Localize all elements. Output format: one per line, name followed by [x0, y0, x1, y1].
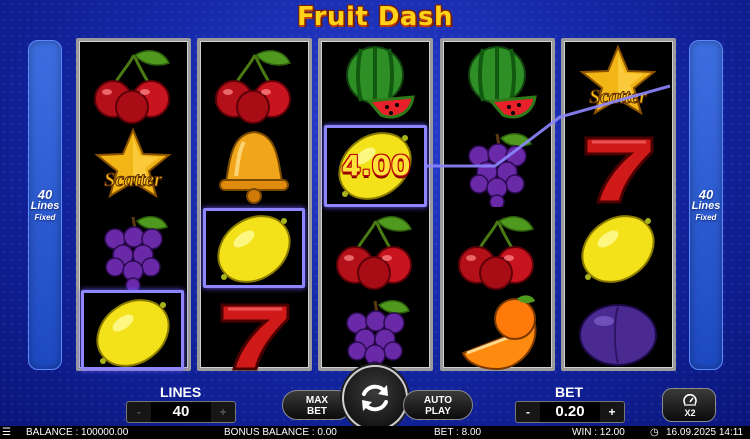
bell-symbol	[200, 124, 309, 207]
bet-total-text: BET : 8.00	[434, 427, 482, 438]
grapes-symbol	[321, 291, 430, 374]
speed-icon	[683, 394, 697, 406]
bet-label: BET	[555, 384, 583, 400]
lines-stepper: - 40 +	[126, 401, 236, 423]
max-bet-label-line2: BET	[307, 406, 327, 417]
game-title: Fruit Dash	[297, 2, 453, 32]
win-amount: 4.00	[341, 149, 411, 182]
spin-button[interactable]	[342, 365, 408, 431]
auto-play-label-line1: AUTO	[423, 395, 453, 406]
lines-mode: Fixed	[34, 213, 56, 222]
speed-button[interactable]: X2	[662, 388, 716, 422]
scatter-label: Scatter	[104, 169, 162, 191]
reel-4	[440, 38, 555, 371]
lines-label: LINES	[160, 384, 202, 400]
bet-decrease-button[interactable]: -	[518, 402, 538, 422]
bet-value: 0.20	[540, 402, 600, 422]
auto-play-button[interactable]: AUTO PLAY	[403, 390, 473, 420]
cherries-symbol	[200, 41, 309, 124]
menu-icon[interactable]: ☰	[2, 426, 11, 439]
star-scatter-symbol: Scatter	[79, 124, 188, 207]
status-bar: ☰ BALANCE : 100000.00 BONUS BALANCE : 0.…	[0, 426, 750, 439]
win-total-text: WIN : 12.00	[572, 427, 625, 438]
watermelon-symbol	[443, 41, 552, 124]
seven-symbol	[564, 124, 673, 207]
lines-mode: Fixed	[695, 213, 717, 222]
lines-panel-right: 40 Lines Fixed	[689, 40, 723, 370]
watermelon-symbol	[321, 41, 430, 124]
winning-symbol-highlight	[81, 290, 184, 370]
lines-increase-button[interactable]: +	[213, 402, 233, 422]
reel-5: Scatter	[561, 38, 676, 371]
lines-value: 40	[151, 402, 211, 422]
bet-stepper: - 0.20 +	[515, 401, 625, 423]
lemon-symbol	[564, 207, 673, 290]
cherries-symbol	[321, 207, 430, 290]
lines-word: Lines	[691, 200, 721, 212]
clock-icon: ◷	[650, 427, 659, 438]
lines-decrease-button[interactable]: -	[129, 402, 149, 422]
bonus-balance-text: BONUS BALANCE : 0.00	[224, 427, 337, 438]
grapes-symbol	[443, 124, 552, 207]
balance-text: BALANCE : 100000.00	[26, 427, 129, 438]
cherries-symbol	[79, 41, 188, 124]
grapes-symbol	[79, 207, 188, 290]
orange-symbol	[443, 291, 552, 374]
lines-word: Lines	[30, 200, 60, 212]
spin-arrows-icon	[362, 384, 388, 412]
datetime-text: 16.09.2025 14:11	[666, 427, 744, 438]
max-bet-label-line1: MAX	[305, 395, 329, 406]
bet-increase-button[interactable]: +	[602, 402, 622, 422]
plum-symbol	[564, 291, 673, 374]
star-scatter-symbol: Scatter	[564, 41, 673, 124]
winning-symbol-highlight	[203, 208, 305, 288]
speed-label: X2	[684, 408, 696, 418]
auto-play-label-line2: PLAY	[425, 406, 451, 417]
lines-panel-left: 40 Lines Fixed	[28, 40, 62, 370]
seven-symbol	[200, 291, 309, 374]
scatter-label: Scatter	[589, 86, 647, 108]
cherries-symbol	[443, 207, 552, 290]
reel-2	[197, 38, 312, 371]
